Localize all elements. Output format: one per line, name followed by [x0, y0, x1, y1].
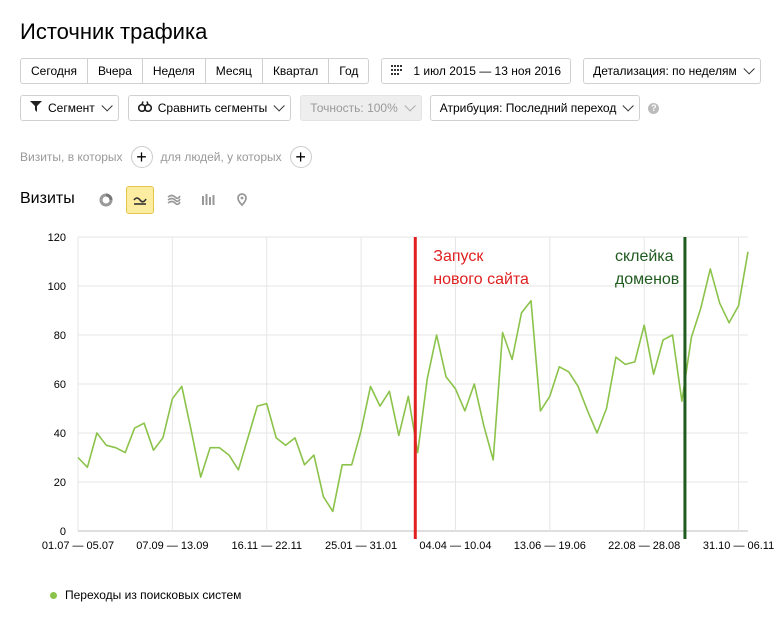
chevron-down-icon — [101, 100, 113, 112]
add-visit-condition-button[interactable]: + — [130, 146, 153, 168]
period-week-button[interactable]: Неделя — [143, 59, 206, 83]
annotation-label: нового сайта — [433, 271, 529, 288]
filter-icon — [30, 101, 42, 115]
x-tick-label: 04.04 — 10.04 — [419, 540, 491, 552]
x-tick-label: 25.01 — 31.01 — [325, 540, 397, 552]
y-tick-label: 0 — [60, 526, 66, 538]
period-year-button[interactable]: Год — [329, 59, 368, 83]
area-chart-icon — [167, 194, 181, 206]
attribution-label: Атрибуция: Последний переход — [439, 101, 617, 115]
chevron-down-icon — [273, 100, 286, 112]
y-tick-label: 40 — [54, 428, 66, 440]
detail-label: Детализация: по неделям — [593, 64, 737, 78]
annotation-label: доменов — [615, 271, 679, 288]
add-people-condition-button[interactable]: + — [289, 146, 312, 168]
y-tick-label: 80 — [54, 330, 66, 342]
legend-series-label[interactable]: Переходы из поисковых систем — [65, 588, 241, 602]
accuracy-label: Точность: 100% — [310, 101, 398, 115]
annotation-label: склейка — [615, 248, 674, 265]
bar-chart-icon — [202, 194, 215, 205]
series-line-search-traffic — [77, 251, 749, 513]
chart-type-line-button[interactable] — [126, 186, 154, 214]
chevron-down-icon — [743, 63, 755, 75]
chevron-down-icon — [622, 100, 635, 112]
y-tick-label: 20 — [54, 477, 66, 489]
page-title: Источник трафика — [20, 19, 208, 44]
period-today-button[interactable]: Сегодня — [21, 59, 88, 83]
chart-type-map-button[interactable] — [228, 186, 256, 214]
annotation-label: Запуск — [433, 248, 484, 265]
y-tick-label: 60 — [54, 379, 66, 391]
chevron-down-icon — [404, 100, 416, 112]
accuracy-dropdown: Точность: 100% — [300, 95, 422, 121]
period-selector: Сегодня Вчера Неделя Месяц Квартал Год — [20, 58, 370, 84]
segment-label: Сегмент — [48, 101, 95, 115]
date-range-label: 1 июл 2015 — 13 ноя 2016 — [413, 64, 562, 78]
compare-segments-button[interactable]: Сравнить сегменты — [127, 95, 292, 121]
chart-type-switcher — [92, 186, 262, 214]
period-month-button[interactable]: Месяц — [206, 59, 263, 83]
compare-label: Сравнить сегменты — [157, 101, 268, 115]
period-quarter-button[interactable]: Квартал — [263, 59, 330, 83]
legend-swatch — [50, 591, 57, 599]
people-condition-label: для людей, у которых — [160, 150, 282, 164]
help-icon[interactable]: ? — [648, 102, 660, 114]
map-pin-icon — [237, 193, 247, 207]
chart-type-area-button[interactable] — [160, 186, 188, 214]
pie-chart-icon — [99, 193, 113, 207]
visits-line-chart: 0 20 40 60 80 100 120 01.07 — 05.07 07.09 — 13.0… — [42, 232, 774, 552]
y-tick-label: 100 — [48, 281, 66, 293]
line-chart-icon — [133, 197, 147, 205]
chart-section-title: Визиты — [20, 190, 75, 207]
chart-type-pie-button[interactable] — [92, 186, 120, 214]
calendar-icon — [391, 64, 403, 78]
chart-type-bar-button[interactable] — [194, 186, 222, 214]
segment-button[interactable]: Сегмент — [20, 95, 119, 121]
x-tick-label: 01.07 — 05.07 — [42, 540, 114, 552]
period-yesterday-button[interactable]: Вчера — [88, 59, 143, 83]
chart-legend: Переходы из поисковых систем — [50, 588, 241, 602]
x-tick-label: 13.06 — 19.06 — [514, 540, 586, 552]
x-tick-label: 31.10 — 06.11 — [703, 540, 774, 552]
visits-condition-label: Визиты, в которых — [20, 150, 123, 164]
x-tick-label: 07.09 — 13.09 — [136, 540, 208, 552]
attribution-dropdown[interactable]: Атрибуция: Последний переход — [429, 95, 641, 121]
detail-dropdown[interactable]: Детализация: по неделям — [583, 58, 761, 84]
x-tick-label: 22.08 — 28.08 — [608, 540, 680, 552]
compare-icon — [137, 101, 152, 115]
x-tick-label: 16.11 — 22.11 — [231, 540, 302, 552]
date-range-button[interactable]: 1 июл 2015 — 13 ноя 2016 — [381, 58, 572, 84]
y-tick-label: 120 — [48, 232, 66, 244]
